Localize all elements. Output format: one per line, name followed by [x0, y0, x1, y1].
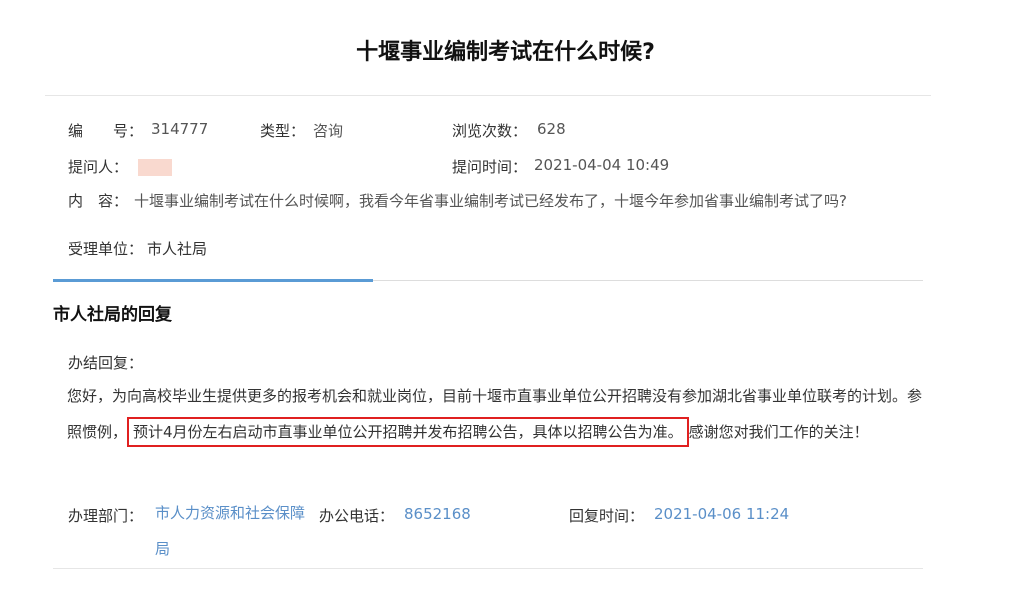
- asktime-value: 2021-04-04 10:49: [534, 156, 670, 174]
- number-label: 编 号：: [68, 122, 144, 140]
- active-tab-indicator: [53, 279, 373, 282]
- type-value: 咨询: [313, 122, 344, 140]
- reply-time-value: 2021-04-06 11:24: [654, 505, 790, 523]
- title-divider: [45, 95, 931, 96]
- dept-value: 市人社局: [147, 240, 208, 258]
- asker-name-redacted: [138, 159, 173, 176]
- reply-header: 办结回复：: [68, 354, 144, 372]
- phone-value: 8652168: [404, 505, 471, 523]
- reply-text-part2: 感谢您对我们工作的关注！: [688, 423, 869, 441]
- asktime-label: 提问时间：: [452, 158, 528, 176]
- reply-section-title: 市人社局的回复: [53, 305, 172, 325]
- asker-label-text: 提问人：: [68, 158, 129, 176]
- reply-time-label: 回复时间：: [569, 507, 645, 525]
- handling-dept-label: 办理部门：: [68, 507, 144, 525]
- page-title: 十堰事业编制考试在什么时候?: [356, 40, 655, 65]
- views-label: 浏览次数：: [452, 122, 528, 140]
- bottom-divider: [53, 568, 923, 569]
- dept-label: 受理单位：: [68, 240, 144, 258]
- number-value: 314777: [151, 120, 209, 138]
- content-label: 内 容：: [68, 192, 129, 210]
- phone-label: 办公电话：: [319, 507, 395, 525]
- reply-text-highlight: 预计4月份左右启动市直事业单位公开招聘并发布招聘公告，具体以招聘公告为准。: [127, 417, 689, 447]
- reply-body: 您好，为向高校毕业生提供更多的报考机会和就业岗位，目前十堰市直事业单位公开招聘没…: [67, 378, 935, 450]
- views-value: 628: [537, 120, 566, 138]
- type-label: 类型：: [260, 122, 306, 140]
- content-value: 十堰事业编制考试在什么时候啊，我看今年省事业编制考试已经发布了，十堰今年参加省事…: [134, 192, 847, 210]
- asker-label: 提问人：: [68, 156, 173, 177]
- handling-dept-value: 市人力资源和社会保障局: [155, 504, 306, 558]
